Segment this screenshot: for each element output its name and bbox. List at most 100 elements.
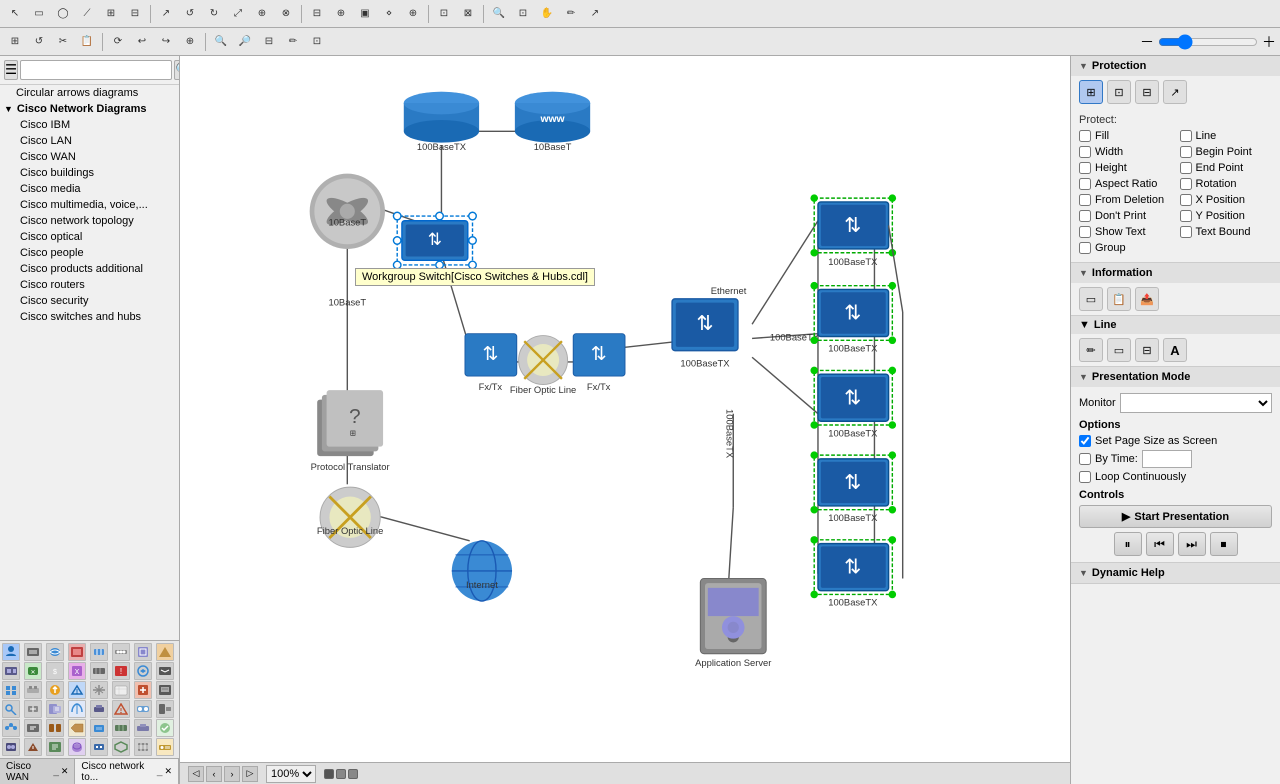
sidebar-item-network-topology[interactable]: Cisco network topology [0,213,179,229]
icon-39[interactable] [156,719,174,737]
tool-b6[interactable]: ↩ [131,31,153,53]
icon-1[interactable] [24,643,42,661]
icon-44[interactable] [90,738,108,756]
icon-14[interactable] [134,662,152,680]
tool-ellipse[interactable]: ◯ [52,3,74,25]
line-icon-rect[interactable]: ▭ [1107,338,1131,362]
icon-18[interactable] [46,681,64,699]
icon-5[interactable] [112,643,130,661]
sidebar-item-routers[interactable]: Cisco routers [0,277,179,293]
tool-undo[interactable]: ↺ [179,3,201,25]
sidebar-item-lan[interactable]: Cisco LAN [0,133,179,149]
icon-43[interactable] [68,738,86,756]
ctrl-prev-btn[interactable]: ⏮ [1146,532,1174,556]
tab-cisco-wan[interactable]: Cisco WAN _ ✕ [0,759,75,784]
icon-28[interactable] [90,700,108,718]
chk-line[interactable] [1180,130,1192,142]
chk-setpage[interactable] [1079,435,1091,447]
icon-21[interactable] [112,681,130,699]
protect-icon-2[interactable]: ⊡ [1107,80,1131,104]
icon-20[interactable] [90,681,108,699]
sidebar-item-media[interactable]: Cisco media [0,181,179,197]
sidebar-item-multimedia[interactable]: Cisco multimedia, voice,... [0,197,179,213]
chk-aspect[interactable] [1079,178,1091,190]
icon-4[interactable] [90,643,108,661]
sidebar-item-ibm[interactable]: Cisco IBM [0,117,179,133]
icon-12[interactable] [90,662,108,680]
icon-22[interactable] [134,681,152,699]
icon-7[interactable] [156,643,174,661]
tool-connect[interactable]: ↗ [155,3,177,25]
sidebar-item-products[interactable]: Cisco products additional [0,261,179,277]
chk-fromdel[interactable] [1079,194,1091,206]
icon-27[interactable] [68,700,86,718]
tool-b13[interactable]: ⊡ [306,31,328,53]
sidebar-item-switches[interactable]: Cisco switches and hubs [0,309,179,325]
icon-25[interactable] [24,700,42,718]
icon-15[interactable] [156,662,174,680]
start-presentation-button[interactable]: ▶ Start Presentation [1079,505,1272,528]
icon-38[interactable] [134,719,152,737]
tool-remove[interactable]: ⊗ [275,3,297,25]
tool-group[interactable]: ⋄ [378,3,400,25]
chk-bytime[interactable] [1079,453,1091,465]
icon-10[interactable]: $ [46,662,64,680]
tool-b4[interactable]: 📋 [76,31,98,53]
tool-b11[interactable]: ⊟ [258,31,280,53]
sidebar-item-circular[interactable]: Circular arrows diagrams [0,85,179,101]
icon-6[interactable] [134,643,152,661]
tool-zoom-in[interactable]: 🔍 [488,3,510,25]
tool-arrange[interactable]: ▣ [354,3,376,25]
tool-add[interactable]: ⊕ [251,3,273,25]
ctrl-stop-btn[interactable]: ⏹ [1210,532,1238,556]
tool-select[interactable]: ↖ [4,3,26,25]
sidebar-item-people[interactable]: Cisco people [0,245,179,261]
icon-40[interactable] [2,738,20,756]
tool-grid[interactable]: ⊟ [124,3,146,25]
chk-dontprint[interactable] [1079,210,1091,222]
icon-46[interactable] [134,738,152,756]
tool-align[interactable]: ⊟ [306,3,328,25]
tool-pointer[interactable]: ↗ [584,3,606,25]
page-dot-3[interactable] [348,769,358,779]
tool-b10[interactable]: 🔎 [234,31,256,53]
chk-height[interactable] [1079,162,1091,174]
nav-fwd-btn[interactable]: › [224,766,240,782]
tool-rect[interactable]: ▭ [28,3,50,25]
zoom-slider[interactable] [1158,34,1258,50]
sidebar-list-btn[interactable]: ☰ [4,60,18,80]
canvas-container[interactable]: 100BaseTX 100BaseTX www [180,56,1070,762]
monitor-select[interactable] [1120,393,1272,413]
zoom-select[interactable]: 100% 75% 50% 150% 200% [266,765,316,783]
info-icon-1[interactable]: ▭ [1079,287,1103,311]
chk-xpos[interactable] [1180,194,1192,206]
icon-16[interactable] [2,681,20,699]
tool-pencil[interactable]: ✏ [560,3,582,25]
icon-3[interactable] [68,643,86,661]
chk-fill[interactable] [1079,130,1091,142]
icon-47[interactable] [156,738,174,756]
icon-35[interactable] [68,719,86,737]
tool-pan[interactable]: ✋ [536,3,558,25]
sidebar-item-optical[interactable]: Cisco optical [0,229,179,245]
icon-36[interactable] [90,719,108,737]
sidebar-item-security[interactable]: Cisco security [0,293,179,309]
chk-loop[interactable] [1079,471,1091,483]
tool-b3[interactable]: ✂ [52,31,74,53]
tab-minimize-network[interactable]: _ [157,766,163,777]
sidebar-item-wan[interactable]: Cisco WAN [0,149,179,165]
icon-26[interactable] [46,700,64,718]
icon-13[interactable]: ! [112,662,130,680]
icon-41[interactable] [24,738,42,756]
nav-back-btn[interactable]: ‹ [206,766,222,782]
line-header[interactable]: ▼ Line [1071,316,1280,334]
nav-prev-btn[interactable]: ◁ [188,766,204,782]
tool-shape[interactable]: ⊡ [433,3,455,25]
chk-begin[interactable] [1180,146,1192,158]
nav-next-btn[interactable]: ▷ [242,766,258,782]
tool-table[interactable]: ⊞ [100,3,122,25]
ctrl-pause-btn[interactable]: ⏸ [1114,532,1142,556]
chk-showtext[interactable] [1079,226,1091,238]
tool-b8[interactable]: ⊕ [179,31,201,53]
info-icon-2[interactable]: 📋 [1107,287,1131,311]
